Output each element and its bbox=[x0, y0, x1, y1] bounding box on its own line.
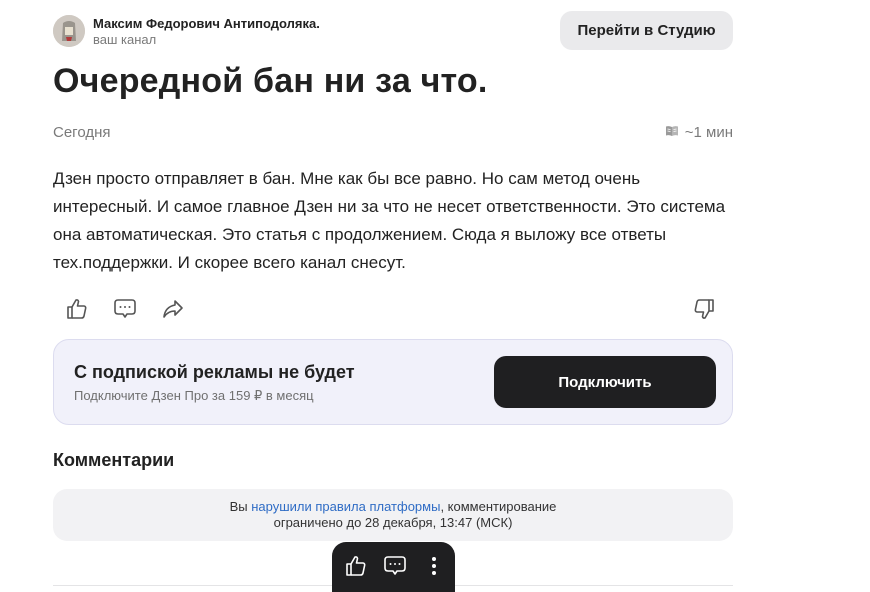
publish-date: Сегодня bbox=[53, 124, 111, 141]
floating-comment-button[interactable] bbox=[383, 554, 407, 583]
thumbs-up-icon bbox=[65, 297, 89, 326]
dislike-button[interactable] bbox=[691, 298, 717, 324]
author-name[interactable]: Максим Федорович Антиподоляка. bbox=[93, 16, 320, 31]
floating-like-button[interactable] bbox=[344, 554, 368, 583]
avatar[interactable] bbox=[53, 15, 85, 47]
read-time-label: ~1 мин bbox=[684, 124, 733, 141]
comments-heading: Комментарии bbox=[53, 450, 175, 470]
promo-title: С подпиской рекламы не будет bbox=[74, 362, 355, 382]
article-title: Очередной бан ни за что. bbox=[53, 62, 488, 100]
share-button[interactable] bbox=[160, 298, 186, 324]
floating-action-bar bbox=[332, 542, 455, 592]
comment-icon bbox=[383, 554, 407, 583]
subscribe-button[interactable]: Подключить bbox=[494, 356, 716, 408]
book-icon bbox=[665, 124, 679, 141]
comments-restricted-notice: Вы нарушили правила платформы, комментир… bbox=[53, 489, 733, 541]
notice-line-2: ограничено до 28 декабря, 13:47 (МСК) bbox=[273, 515, 513, 530]
thumbs-up-icon bbox=[344, 554, 368, 583]
platform-rules-link[interactable]: нарушили правила платформы bbox=[251, 499, 440, 514]
share-icon bbox=[161, 297, 185, 326]
like-button[interactable] bbox=[64, 298, 90, 324]
notice-prefix: Вы bbox=[229, 499, 252, 514]
go-to-studio-button[interactable]: Перейти в Студию bbox=[560, 11, 733, 50]
notice-suffix: , комментирование bbox=[440, 499, 557, 514]
read-time: ~1 мин bbox=[665, 124, 733, 141]
comment-icon bbox=[113, 297, 137, 326]
floating-more-button[interactable] bbox=[422, 556, 446, 580]
author-subtitle: ваш канал bbox=[93, 32, 157, 47]
subscription-promo: С подпиской рекламы не будет Подключите … bbox=[53, 339, 733, 425]
comment-button[interactable] bbox=[112, 298, 138, 324]
article-body: Дзен просто отправляет в бан. Мне как бы… bbox=[53, 169, 726, 272]
thumbs-down-icon bbox=[692, 297, 716, 326]
promo-subtitle: Подключите Дзен Про за 159 ₽ в месяц bbox=[74, 388, 314, 403]
more-vertical-icon bbox=[422, 554, 446, 583]
